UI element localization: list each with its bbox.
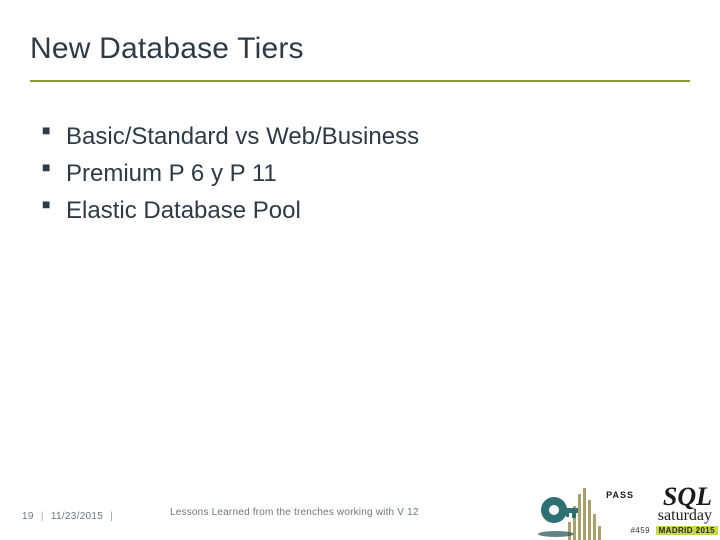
key-icon bbox=[536, 492, 582, 538]
event-tag: #459 MADRID 2015 bbox=[631, 526, 718, 535]
bullet-item: Basic/Standard vs Web/Business bbox=[42, 118, 690, 155]
slide: New Database Tiers Basic/Standard vs Web… bbox=[0, 0, 720, 540]
footer-logo-area: PASS SQL saturday #459 MADRID 2015 bbox=[544, 482, 720, 540]
event-city: MADRID 2015 bbox=[656, 526, 718, 535]
title-underline bbox=[30, 80, 690, 82]
slide-title: New Database Tiers bbox=[30, 32, 304, 66]
bullet-item: Elastic Database Pool bbox=[42, 192, 690, 229]
separator: | bbox=[37, 511, 48, 522]
footer-date: 11/23/2015 bbox=[51, 511, 103, 522]
separator: | bbox=[106, 511, 117, 522]
footer: 19 | 11/23/2015 | Lessons Learned from t… bbox=[0, 482, 720, 540]
footer-meta: 19 | 11/23/2015 | bbox=[22, 511, 117, 522]
logo-saturday-text: saturday bbox=[658, 508, 712, 524]
footer-event-title: Lessons Learned from the trenches workin… bbox=[170, 507, 419, 518]
bullet-list: Basic/Standard vs Web/Business Premium P… bbox=[42, 118, 690, 230]
event-id: #459 bbox=[631, 526, 650, 535]
bullet-item: Premium P 6 y P 11 bbox=[42, 155, 690, 192]
page-number: 19 bbox=[22, 511, 34, 522]
logo-pass-text: PASS bbox=[606, 490, 634, 500]
sql-saturday-logo: PASS SQL saturday #459 MADRID 2015 bbox=[586, 482, 720, 540]
